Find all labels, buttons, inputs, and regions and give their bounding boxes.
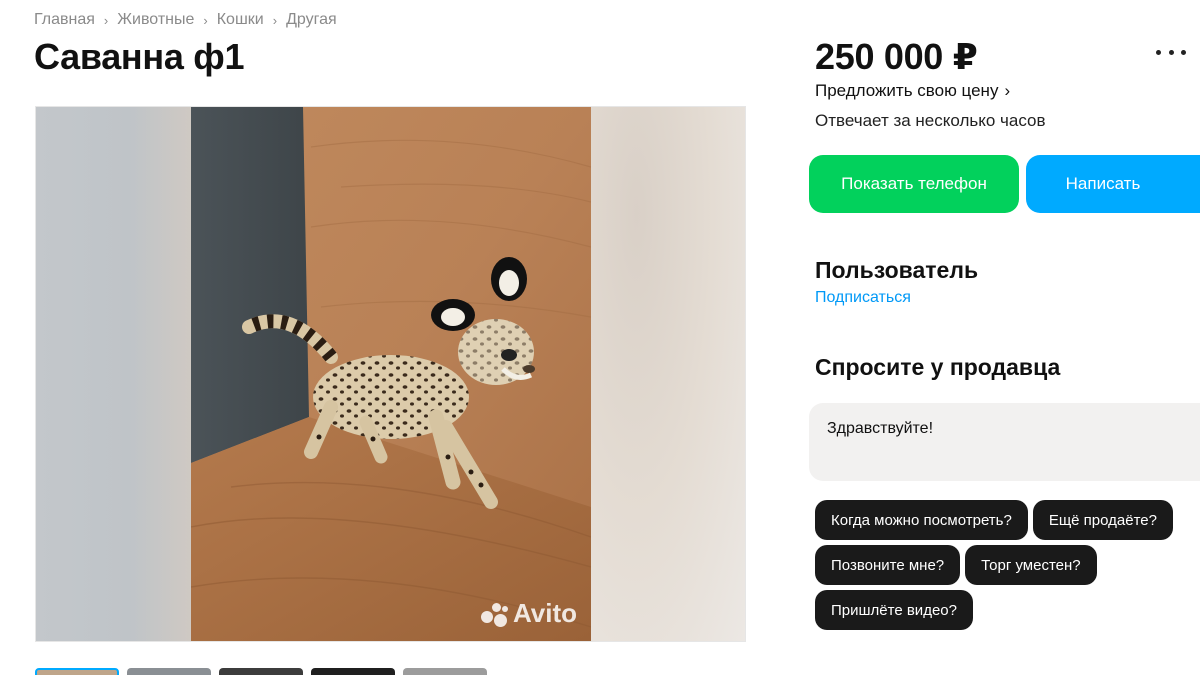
chevron-right-icon: › bbox=[272, 12, 278, 28]
breadcrumb-other[interactable]: Другая bbox=[286, 11, 337, 29]
quick-question-chip[interactable]: Ещё продаёте? bbox=[1032, 500, 1173, 540]
breadcrumb-cats[interactable]: Кошки bbox=[217, 11, 264, 29]
write-message-button[interactable]: Написать bbox=[1026, 155, 1200, 213]
quick-questions: Когда можно посмотреть? Ещё продаёте? По… bbox=[815, 500, 1200, 630]
photo-gallery: Avito bbox=[35, 106, 746, 642]
thumbnail-5[interactable] bbox=[403, 668, 487, 675]
breadcrumb-home[interactable]: Главная bbox=[34, 11, 95, 29]
thumbnail-3[interactable] bbox=[219, 668, 303, 675]
response-time: Отвечает за несколько часов bbox=[815, 111, 1046, 130]
offer-price-label: Предложить свою цену bbox=[815, 81, 999, 100]
listing-price: 250 000 ₽ bbox=[815, 36, 978, 77]
main-photo[interactable]: Avito bbox=[191, 107, 591, 641]
breadcrumb-animals[interactable]: Животные bbox=[117, 11, 194, 29]
serval-kitten-image bbox=[191, 107, 591, 641]
thumbnail-strip bbox=[35, 668, 487, 675]
message-input[interactable]: Здравствуйте! bbox=[809, 403, 1200, 481]
listing-title: Саванна ф1 bbox=[34, 36, 245, 77]
breadcrumb: Главная › Животные › Кошки › Другая bbox=[34, 11, 337, 29]
avito-watermark: Avito bbox=[480, 598, 577, 629]
thumbnail-2[interactable] bbox=[127, 668, 211, 675]
quick-question-chip[interactable]: Торг уместен? bbox=[965, 545, 1097, 585]
ask-seller-title: Спросите у продавца bbox=[815, 354, 1061, 380]
quick-question-chip[interactable]: Когда можно посмотреть? bbox=[815, 500, 1028, 540]
gallery-blur-left bbox=[36, 107, 191, 641]
thumbnail-1[interactable] bbox=[35, 668, 119, 675]
avito-logo-icon bbox=[480, 601, 509, 627]
quick-question-chip[interactable]: Позвоните мне? bbox=[815, 545, 961, 585]
subscribe-link[interactable]: Подписаться bbox=[815, 289, 911, 307]
thumbnail-4[interactable] bbox=[311, 668, 395, 675]
quick-question-chip[interactable]: Пришлёте видео? bbox=[815, 590, 973, 630]
gallery-blur-right bbox=[590, 107, 745, 641]
chevron-right-icon: › bbox=[203, 12, 208, 28]
watermark-text: Avito bbox=[512, 598, 577, 628]
chevron-right-icon: › bbox=[103, 12, 109, 28]
show-phone-button[interactable]: Показать телефон bbox=[809, 155, 1019, 213]
seller-name: Пользователь bbox=[815, 257, 979, 283]
more-options-icon[interactable] bbox=[1156, 40, 1186, 64]
chevron-right-icon: › bbox=[1004, 81, 1011, 100]
offer-price-link[interactable]: Предложить свою цену › bbox=[815, 81, 1010, 101]
